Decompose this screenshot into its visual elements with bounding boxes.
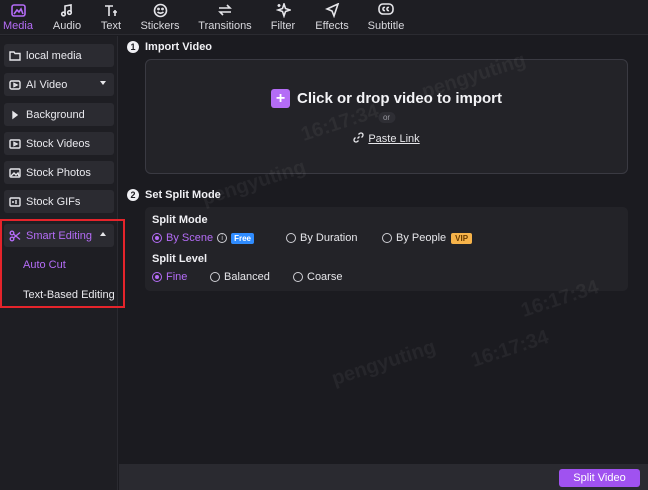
bottom-bar: Split Video xyxy=(119,464,648,490)
plus-icon: + xyxy=(270,89,290,108)
split-level-label: Split Level xyxy=(152,253,208,265)
link-icon xyxy=(353,132,364,146)
sidebar-item-label: AI Video xyxy=(26,78,68,91)
dropzone-title: Click or drop video to import xyxy=(296,90,502,107)
folder-icon xyxy=(9,50,21,62)
step-number: 2 xyxy=(127,189,139,201)
tab-filter[interactable]: Filter xyxy=(269,2,297,34)
info-icon[interactable]: i xyxy=(217,233,228,243)
radio-by-duration[interactable]: By Duration xyxy=(286,232,357,244)
split-mode-label: Split Mode xyxy=(152,214,208,226)
ai-video-icon xyxy=(9,79,21,91)
tab-label: Text xyxy=(100,20,122,32)
paste-link-label: Paste Link xyxy=(368,133,420,145)
radio-button xyxy=(293,272,303,282)
top-toolbar: Media Audio Text Stickers Transitions Fi… xyxy=(0,0,648,35)
audio-icon xyxy=(58,2,76,18)
radio-button xyxy=(286,233,296,243)
free-badge: Free xyxy=(231,232,254,244)
transitions-icon xyxy=(216,2,234,18)
video-icon xyxy=(9,138,21,150)
tab-subtitle[interactable]: Subtitle xyxy=(366,2,406,34)
tab-effects[interactable]: Effects xyxy=(313,2,351,34)
radio-coarse[interactable]: Coarse xyxy=(293,271,342,283)
chevron-down-icon xyxy=(100,81,106,85)
sidebar-item-stock-photos[interactable]: Stock Photos xyxy=(4,161,114,184)
sidebar-item-label: Stock Videos xyxy=(26,137,91,150)
radio-button xyxy=(152,233,162,243)
tab-label: Transitions xyxy=(198,20,252,32)
sidebar-item-background[interactable]: Background xyxy=(4,103,114,126)
section-title: Set Split Mode xyxy=(145,189,221,201)
radio-button xyxy=(382,233,392,243)
tab-stickers[interactable]: Stickers xyxy=(138,2,182,34)
stickers-icon xyxy=(151,2,169,18)
or-separator: or xyxy=(377,112,396,123)
import-video-heading: 1 Import Video xyxy=(127,41,212,53)
tab-label: Stickers xyxy=(140,20,180,32)
option-label: By People xyxy=(396,232,447,244)
tab-audio[interactable]: Audio xyxy=(52,2,82,34)
split-mode-heading: 2 Set Split Mode xyxy=(127,189,221,201)
sidebar-item-local-media[interactable]: local media xyxy=(4,44,114,67)
tab-label: Subtitle xyxy=(367,20,405,32)
radio-fine[interactable]: Fine xyxy=(152,271,187,283)
section-title: Import Video xyxy=(145,41,213,53)
sidebar-item-label: local media xyxy=(26,49,82,62)
option-label: By Scene xyxy=(166,232,214,244)
step-number: 1 xyxy=(127,41,139,53)
highlight-box xyxy=(0,219,125,308)
tab-text[interactable]: Text xyxy=(98,2,124,34)
triangle-right-icon xyxy=(9,109,21,121)
sidebar-item-label: Stock GIFs xyxy=(26,195,81,208)
sidebar-item-stock-gifs[interactable]: Stock GIFs xyxy=(4,190,114,213)
tab-label: Media xyxy=(3,20,33,32)
main-panel: 1 Import Video + Click or drop video to … xyxy=(119,36,648,464)
tab-label: Filter xyxy=(270,20,296,32)
option-label: Fine xyxy=(166,271,188,283)
sidebar-item-label: Background xyxy=(26,108,85,121)
gif-icon xyxy=(9,196,21,208)
split-video-button[interactable]: Split Video xyxy=(559,469,640,487)
tab-label: Audio xyxy=(52,20,82,32)
paste-link-button[interactable]: Paste Link xyxy=(146,132,627,146)
vip-badge: VIP xyxy=(451,232,473,244)
sidebar-item-label: Stock Photos xyxy=(26,166,91,179)
tab-media[interactable]: Media xyxy=(3,2,33,34)
split-settings-panel: Split Mode By Scene i Free By Duration B… xyxy=(145,207,628,291)
media-icon xyxy=(9,2,27,18)
text-icon xyxy=(102,2,120,18)
radio-button xyxy=(152,272,162,282)
radio-balanced[interactable]: Balanced xyxy=(210,271,270,283)
effects-icon xyxy=(323,2,341,18)
sidebar-item-stock-videos[interactable]: Stock Videos xyxy=(4,132,114,155)
sidebar-item-ai-video[interactable]: AI Video xyxy=(4,73,114,96)
radio-by-people[interactable]: By People VIP xyxy=(382,232,473,244)
photo-icon xyxy=(9,167,21,179)
option-label: Coarse xyxy=(307,271,343,283)
tab-transitions[interactable]: Transitions xyxy=(196,2,254,34)
option-label: By Duration xyxy=(300,232,358,244)
video-dropzone[interactable]: + Click or drop video to import or Paste… xyxy=(145,59,628,174)
tab-label: Effects xyxy=(315,20,349,32)
filter-icon xyxy=(274,2,292,18)
option-label: Balanced xyxy=(224,271,270,283)
subtitle-icon xyxy=(377,2,395,18)
radio-button xyxy=(210,272,220,282)
radio-by-scene[interactable]: By Scene i Free xyxy=(152,232,254,244)
